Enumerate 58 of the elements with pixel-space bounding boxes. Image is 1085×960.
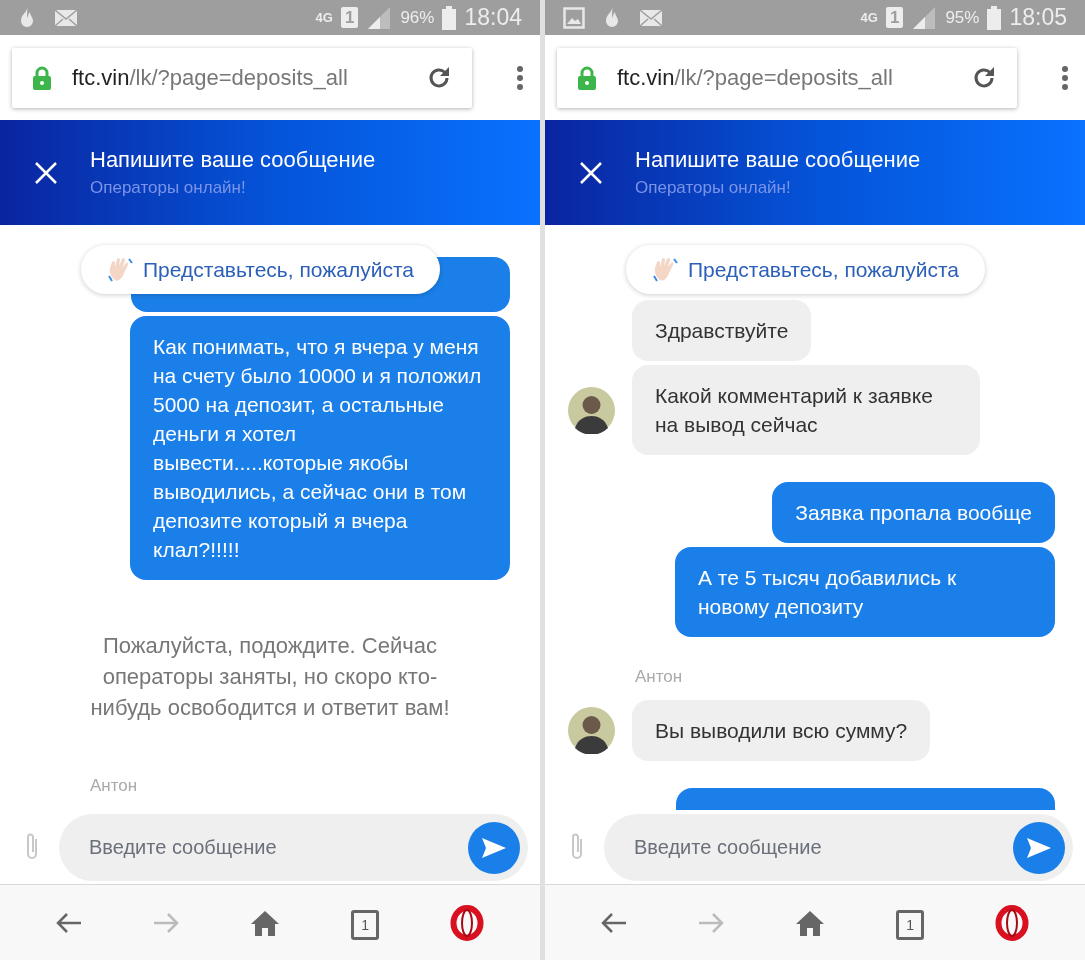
mail-icon: [639, 8, 663, 27]
message-bubble: Заявка пропала вообще: [772, 482, 1055, 543]
home-icon[interactable]: [794, 909, 825, 936]
menu-icon[interactable]: [516, 64, 524, 91]
signal-icon: [366, 5, 393, 30]
intro-chip[interactable]: Представьтесь, пожалуйста: [81, 245, 441, 294]
sim-badge: 1: [885, 7, 904, 28]
message-bubble: Вы выводили всю сумму?: [632, 699, 931, 761]
intro-chip-label: Представьтесь, пожалуйста: [688, 256, 960, 283]
clock: 18:05: [1009, 3, 1067, 33]
back-icon[interactable]: [55, 911, 82, 934]
message-input[interactable]: Введите сообщение: [604, 813, 1073, 881]
network-label: 4G: [315, 11, 333, 24]
lock-icon: [577, 65, 597, 90]
back-icon[interactable]: [600, 911, 627, 934]
mail-icon: [54, 8, 78, 27]
sim-badge: 1: [340, 7, 359, 28]
tabs-button[interactable]: 1: [896, 909, 925, 940]
menu-icon[interactable]: [1061, 64, 1069, 91]
signal-icon: [911, 5, 938, 30]
address-bar[interactable]: ftc.vin/lk/?page=deposits_all: [557, 47, 1017, 108]
message-input[interactable]: Введите сообщение: [59, 813, 528, 881]
chat-status: Операторы онлайн!: [90, 176, 247, 199]
network-label: 4G: [860, 11, 878, 24]
url-text: ftc.vin/lk/?page=deposits_all: [72, 64, 348, 92]
chat-title: Напишите ваше сообщение: [635, 145, 921, 174]
sender-name: Антон: [635, 666, 684, 688]
send-icon: [1026, 836, 1052, 859]
home-icon[interactable]: [249, 909, 280, 936]
opera-logo[interactable]: [450, 904, 485, 941]
chat-status: Операторы онлайн!: [635, 176, 792, 199]
url-text: ftc.vin/lk/?page=deposits_all: [617, 64, 893, 92]
battery-percent: 95%: [945, 6, 980, 29]
avatar: [568, 386, 615, 434]
lock-icon: [32, 65, 52, 90]
send-icon: [481, 836, 507, 859]
tabs-button[interactable]: 1: [351, 909, 380, 940]
message-bubble: А те 5 тысяч добавились к новому депозиту: [675, 547, 1055, 637]
image-icon: [563, 6, 585, 29]
address-bar[interactable]: ftc.vin/lk/?page=deposits_all: [12, 47, 472, 108]
battery-percent: 96%: [400, 6, 435, 29]
message-bubble: Здравствуйте: [632, 300, 812, 361]
message-bubble: Какой комментарий к заявке на вывод сейчас: [632, 365, 980, 455]
close-icon[interactable]: [35, 161, 57, 184]
waving-hand-icon: [107, 255, 135, 284]
waving-hand-icon: [652, 255, 680, 284]
close-icon[interactable]: [580, 161, 602, 184]
wait-notice: Пожалуйста, подождите. Сейчас операторы заняты, но скоро кто-нибудь освободится и ответит вам!: [89, 631, 451, 722]
intro-chip[interactable]: Представьтесь, пожалуйста: [626, 245, 986, 294]
chat-title: Напишите ваше сообщение: [90, 145, 376, 174]
clock: 18:04: [464, 3, 522, 33]
battery-icon: [442, 5, 457, 30]
message-bubble: Как понимать, что я вчера у меня на счету было 10000 и я положил 5000 на депозит, а остальные деньги я хотел вывести.....которые якобы выводились, а сейчас они в том депозите который я вчера клал?!!!!!: [130, 315, 510, 580]
intro-chip-label: Представьтесь, пожалуйста: [143, 256, 415, 283]
avatar: [568, 706, 615, 754]
opera-logo[interactable]: [995, 904, 1030, 941]
sender-name: Антон: [90, 774, 139, 797]
battery-icon: [987, 5, 1002, 30]
